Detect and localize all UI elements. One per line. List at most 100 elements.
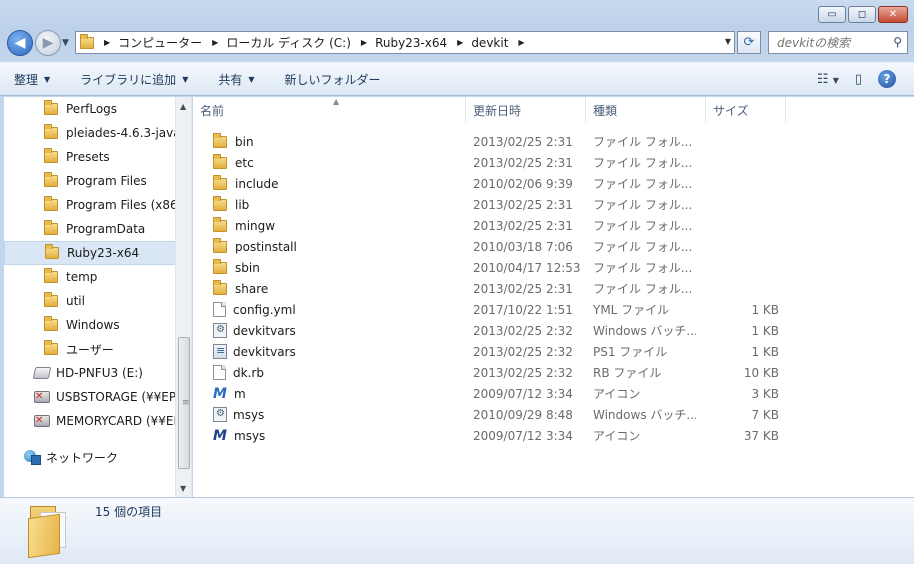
file-row[interactable]: devkitvars 2013/02/25 2:32 Windows バッチ... 1…: [193, 320, 793, 341]
folder-icon: [44, 340, 58, 355]
file-name-cell[interactable]: include: [193, 174, 466, 191]
file-row[interactable]: etc 2013/02/25 2:31 ファイル フォル...: [193, 152, 793, 173]
breadcrumb-separator-icon[interactable]: ▶: [518, 38, 524, 47]
file-row[interactable]: Mm 2009/07/12 3:34 アイコン 3 KB: [193, 383, 793, 404]
column-header-date[interactable]: 更新日時: [466, 97, 586, 123]
include-library-menu[interactable]: ライブラリに追加 ▼: [80, 71, 188, 88]
file-size: 7 KB: [751, 407, 779, 422]
file-date: 2010/02/06 9:39: [473, 176, 573, 191]
file-date: 2009/07/12 3:34: [473, 386, 573, 401]
nav-item-drive[interactable]: MEMORYCARD (¥¥EP: [4, 409, 176, 433]
nav-item-folder[interactable]: PerfLogs: [4, 97, 176, 121]
file-name-cell[interactable]: mingw: [193, 216, 466, 233]
maximize-button[interactable]: ◻: [848, 6, 876, 23]
back-button[interactable]: ◀: [7, 30, 33, 56]
file-name-cell[interactable]: dk.rb: [193, 365, 466, 380]
file-row[interactable]: msys 2010/09/29 8:48 Windows バッチ... 7 KB: [193, 404, 793, 425]
search-input[interactable]: [777, 35, 887, 50]
file-row[interactable]: lib 2013/02/25 2:31 ファイル フォル...: [193, 194, 793, 215]
file-type: RB ファイル: [593, 366, 662, 380]
scroll-up-icon[interactable]: ▲: [180, 102, 186, 111]
folder-icon: [44, 100, 58, 115]
scroll-thumb[interactable]: ≡: [178, 337, 190, 469]
file-size: 37 KB: [743, 428, 779, 443]
scroll-down-icon[interactable]: ▼: [180, 484, 186, 493]
file-name-cell[interactable]: Mm: [193, 386, 466, 402]
nav-item-drive[interactable]: HD-PNFU3 (E:): [4, 361, 176, 385]
forward-button[interactable]: ▶: [35, 30, 61, 56]
file-row[interactable]: config.yml 2017/10/22 1:51 YML ファイル 1 KB: [193, 299, 793, 320]
address-bar[interactable]: ▶ コンピューター ▶ ローカル ディスク (C:) ▶ Ruby23-x64 …: [75, 31, 735, 54]
nav-item-label: Program Files: [66, 174, 147, 188]
file-row[interactable]: sbin 2010/04/17 12:53 ファイル フォル...: [193, 257, 793, 278]
nav-item-network[interactable]: ネットワーク: [4, 445, 176, 469]
address-dropdown-icon[interactable]: ▼: [725, 37, 731, 46]
file-name: msys: [233, 407, 265, 422]
organize-menu[interactable]: 整理 ▼: [14, 71, 50, 88]
search-box[interactable]: ⚲: [768, 31, 908, 54]
nav-item-folder[interactable]: Program Files: [4, 169, 176, 193]
folder-icon: [213, 258, 227, 274]
share-menu[interactable]: 共有 ▼: [218, 71, 254, 88]
nav-item-folder[interactable]: Presets: [4, 145, 176, 169]
column-header-name[interactable]: 名前: [193, 97, 466, 123]
batch-file-icon: [213, 323, 227, 338]
file-row[interactable]: include 2010/02/06 9:39 ファイル フォル...: [193, 173, 793, 194]
minimize-button[interactable]: ▭: [818, 6, 846, 23]
file-name-cell[interactable]: lib: [193, 195, 466, 212]
breadcrumb-separator-icon[interactable]: ▶: [104, 38, 110, 47]
file-row[interactable]: share 2013/02/25 2:31 ファイル フォル...: [193, 278, 793, 299]
file-row[interactable]: devkitvars 2013/02/25 2:32 PS1 ファイル 1 KB: [193, 341, 793, 362]
nav-item-folder[interactable]: temp: [4, 265, 176, 289]
file-name-cell[interactable]: Mmsys: [193, 428, 466, 444]
folder-icon: [213, 132, 227, 148]
history-dropdown-icon[interactable]: ▼: [62, 38, 69, 48]
file-row[interactable]: Mmsys 2009/07/12 3:34 アイコン 37 KB: [193, 425, 793, 446]
file-row[interactable]: dk.rb 2013/02/25 2:32 RB ファイル 10 KB: [193, 362, 793, 383]
nav-item-label: ネットワーク: [46, 450, 119, 465]
file-name-cell[interactable]: msys: [193, 407, 466, 422]
nav-item-folder[interactable]: ユーザー: [4, 337, 176, 361]
nav-scrollbar[interactable]: ▲ ≡ ▼: [175, 97, 191, 497]
file-row[interactable]: postinstall 2010/03/18 7:06 ファイル フォル...: [193, 236, 793, 257]
file-name-cell[interactable]: etc: [193, 153, 466, 170]
file-name: lib: [235, 197, 250, 212]
file-row[interactable]: mingw 2013/02/25 2:31 ファイル フォル...: [193, 215, 793, 236]
include-library-label: ライブラリに追加: [80, 72, 177, 87]
breadcrumb-local-disk[interactable]: ローカル ディスク (C:): [226, 34, 351, 51]
breadcrumb-separator-icon[interactable]: ▶: [361, 38, 367, 47]
file-date: 2013/02/25 2:32: [473, 344, 573, 359]
breadcrumb-separator-icon[interactable]: ▶: [457, 38, 463, 47]
preview-pane-icon[interactable]: ▯: [855, 72, 862, 87]
nav-tree: PerfLogs pleiades-4.6.3-java Presets Pro…: [4, 97, 176, 469]
refresh-button[interactable]: ⟳: [737, 31, 761, 54]
close-button[interactable]: ✕: [878, 6, 908, 23]
file-name-cell[interactable]: devkitvars: [193, 344, 466, 359]
file-row[interactable]: bin 2013/02/25 2:31 ファイル フォル...: [193, 131, 793, 152]
column-header-size[interactable]: サイズ: [706, 97, 786, 123]
nav-item-folder[interactable]: util: [4, 289, 176, 313]
file-name-cell[interactable]: sbin: [193, 258, 466, 275]
new-folder-button[interactable]: 新しいフォルダー: [285, 71, 381, 88]
file-name-cell[interactable]: share: [193, 279, 466, 296]
file-name-cell[interactable]: postinstall: [193, 237, 466, 254]
breadcrumb-separator-icon[interactable]: ▶: [212, 38, 218, 47]
nav-item-folder[interactable]: Windows: [4, 313, 176, 337]
nav-item-selected-folder[interactable]: Ruby23-x64: [4, 241, 176, 265]
help-icon[interactable]: ?: [878, 70, 896, 88]
column-header-type[interactable]: 種類: [586, 97, 706, 123]
breadcrumb-ruby23[interactable]: Ruby23-x64: [375, 36, 447, 50]
file-name-cell[interactable]: devkitvars: [193, 323, 466, 338]
nav-item-folder[interactable]: Program Files (x86: [4, 193, 176, 217]
search-icon[interactable]: ⚲: [893, 35, 902, 49]
file-date: 2017/10/22 1:51: [473, 302, 573, 317]
nav-item-folder[interactable]: ProgramData: [4, 217, 176, 241]
nav-item-drive[interactable]: USBSTORAGE (¥¥EP: [4, 385, 176, 409]
view-options-icon[interactable]: ☷ ▼: [817, 72, 839, 87]
file-date: 2013/02/25 2:32: [473, 323, 573, 338]
file-name-cell[interactable]: config.yml: [193, 302, 466, 317]
file-name-cell[interactable]: bin: [193, 132, 466, 149]
breadcrumb-devkit[interactable]: devkit: [471, 36, 508, 50]
nav-item-folder[interactable]: pleiades-4.6.3-java: [4, 121, 176, 145]
breadcrumb-computer[interactable]: コンピューター: [118, 34, 202, 51]
